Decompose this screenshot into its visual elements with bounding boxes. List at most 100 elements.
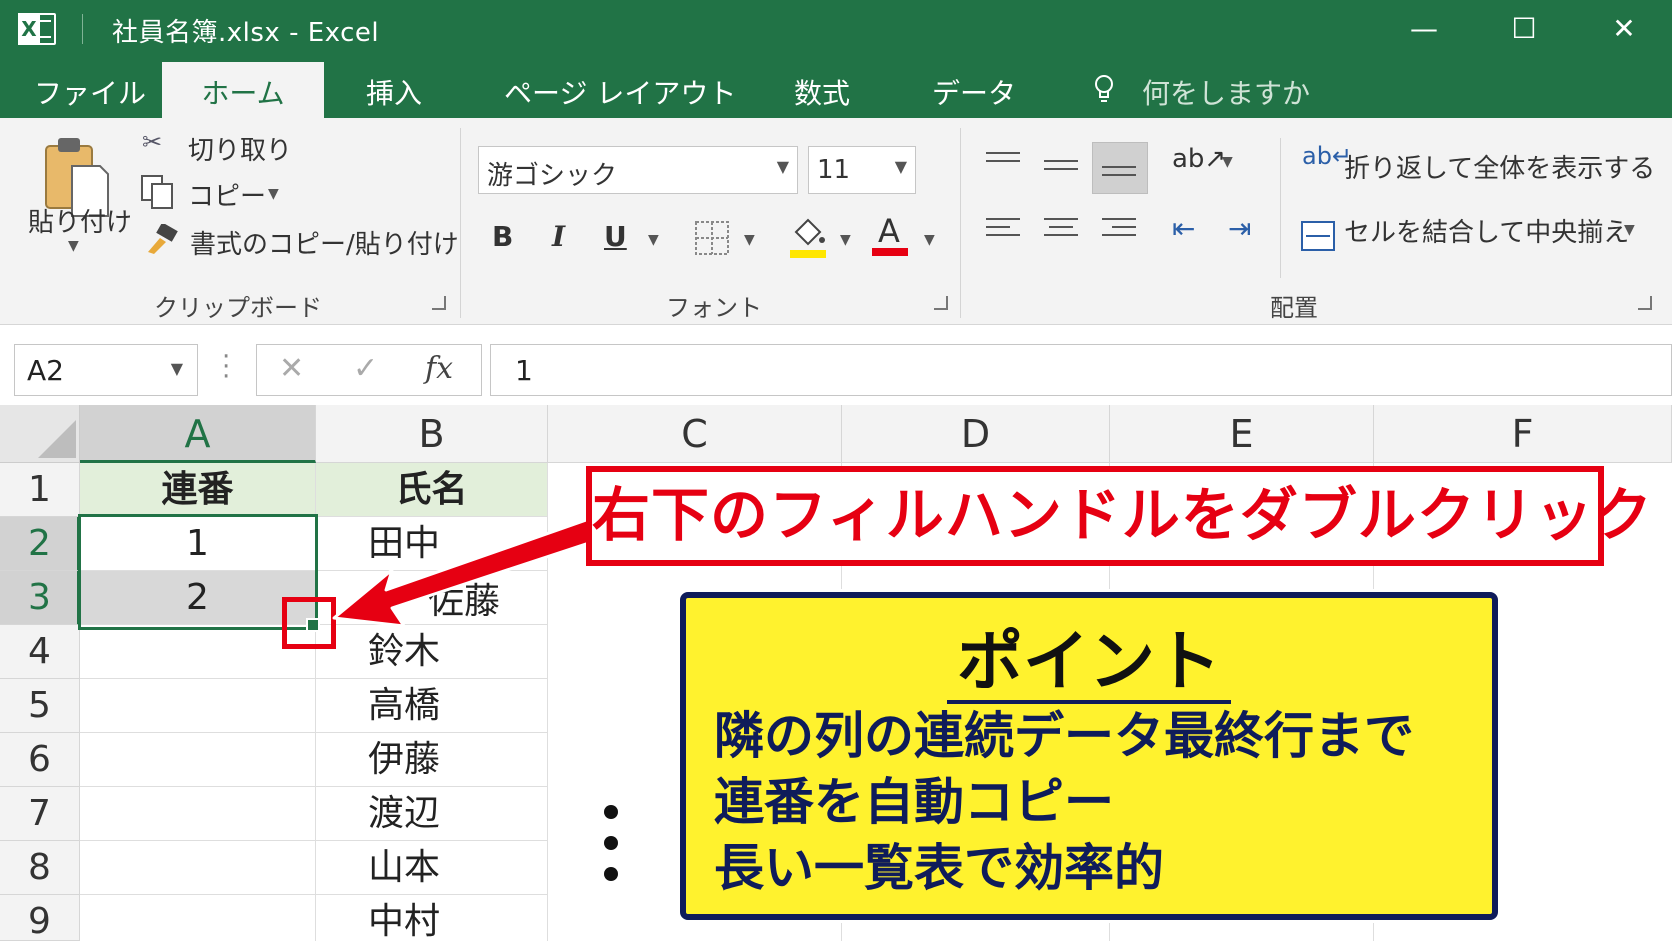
align-top-icon[interactable] [986,152,1020,178]
align-right-icon[interactable] [1102,218,1136,244]
merge-center-icon [1301,221,1335,251]
format-painter-icon [148,224,178,254]
instruction-callout: 右下のフィルハンドルをダブルクリック [586,466,1652,566]
point-title-text: ポイント [947,623,1231,704]
cell-a5[interactable] [80,679,316,733]
enter-icon[interactable]: ✓ [353,351,378,386]
maximize-button[interactable]: ☐ [1502,8,1546,50]
font-color-glyph[interactable]: A [878,212,900,250]
font-launcher[interactable] [934,296,948,310]
format-painter-button[interactable]: 書式のコピー/貼り付け [190,224,459,261]
cell-b7[interactable]: 渡辺 [316,787,548,841]
cell-a8[interactable] [80,841,316,895]
row-header-7[interactable]: 7 [0,787,80,841]
cell-a7[interactable] [80,787,316,841]
cell-a4[interactable] [80,625,316,679]
font-name-value: 游ゴシック [487,161,618,191]
column-header-d[interactable]: D [842,405,1110,463]
align-left-icon[interactable] [986,218,1020,244]
chevron-down-icon: ▼ [170,359,183,378]
underline-dropdown[interactable]: ▼ [648,232,659,248]
lightbulb-icon [1095,75,1113,102]
orientation-icon[interactable]: ab↗ [1172,144,1226,174]
name-box-value: A2 [27,354,64,387]
cell-b6[interactable]: 伊藤 [316,733,548,787]
row-header-4[interactable]: 4 [0,625,80,679]
name-box[interactable]: A2 ▼ [14,344,198,396]
wrap-text-button[interactable]: 折り返して全体を表示する [1344,148,1655,185]
merge-center-dropdown[interactable]: ▼ [1624,222,1635,238]
tab-insert[interactable]: 挿入 [366,72,422,112]
cell-b8[interactable]: 山本 [316,841,548,895]
bold-button[interactable]: B [492,220,513,253]
copy-dropdown[interactable]: ▼ [268,186,279,202]
row-header-9[interactable]: 9 [0,895,80,941]
merge-center-button[interactable]: セルを結合して中央揃え [1344,212,1629,249]
column-header-b[interactable]: B [316,405,548,463]
minimize-button[interactable]: — [1402,8,1446,50]
group-separator [960,128,961,318]
formula-input[interactable]: 1 [490,344,1672,396]
borders-dropdown[interactable]: ▼ [744,232,755,248]
point-title: ポイント [686,608,1492,704]
decrease-indent-icon[interactable]: ⇤ [1172,212,1195,245]
borders-icon[interactable] [694,220,730,256]
cell-b9[interactable]: 中村 [316,895,548,941]
column-header-a[interactable]: A [80,405,316,463]
chevron-down-icon: ▼ [894,157,907,176]
cell-a1[interactable]: 連番 [80,463,316,517]
paste-button[interactable]: 貼り付け [28,202,132,239]
column-header-e[interactable]: E [1110,405,1374,463]
font-size-combo[interactable]: 11 ▼ [808,146,916,194]
column-header-c[interactable]: C [548,405,842,463]
alignment-launcher[interactable] [1638,296,1652,310]
row-header-1[interactable]: 1 [0,463,80,517]
cell-b5[interactable]: 高橋 [316,679,548,733]
cell-a9[interactable] [80,895,316,941]
tab-formulas[interactable]: 数式 [794,72,850,112]
cell-a6[interactable] [80,733,316,787]
alignment-group-label: 配置 [1270,294,1318,322]
copy-button[interactable]: コピー [188,176,266,213]
tab-home[interactable]: ホーム [162,62,324,118]
increase-indent-icon[interactable]: ⇥ [1228,212,1251,245]
insert-function-icon[interactable]: fx [425,351,453,386]
title-bar: X 社員名簿.xlsx - Excel — ☐ ✕ [0,0,1672,58]
font-name-combo[interactable]: 游ゴシック ▼ [478,146,798,194]
more-icon[interactable]: · · · [222,344,230,390]
scissors-icon: ✂ [142,128,163,156]
continuation-dots-icon [604,805,618,898]
point-callout: ポイント 隣の列の連続データ最終行まで 連番を自動コピー 長い一覧表で効率的 [680,592,1498,920]
tab-file[interactable]: ファイル [34,72,146,112]
copy-icon [141,175,173,209]
font-group-label: フォント [666,294,762,322]
italic-button[interactable]: I [552,220,565,253]
tab-page-layout[interactable]: ページ レイアウト [504,72,736,112]
paste-dropdown[interactable]: ▼ [68,238,79,254]
pointer-arrow [332,516,600,628]
row-header-6[interactable]: 6 [0,733,80,787]
cancel-icon[interactable]: ✕ [279,351,304,386]
row-header-2[interactable]: 2 [0,517,80,571]
point-line-1: 隣の列の連続データ最終行まで [714,707,1414,765]
row-header-8[interactable]: 8 [0,841,80,895]
underline-button[interactable]: U [604,220,627,253]
cut-button[interactable]: 切り取り [188,130,292,167]
group-separator [1280,138,1281,278]
font-color-dropdown[interactable]: ▼ [924,232,935,248]
row-header-5[interactable]: 5 [0,679,80,733]
excel-icon[interactable]: X [18,13,56,45]
ribbon: 貼り付け ▼ ✂ 切り取り コピー ▼ 書式のコピー/貼り付け クリップボード … [0,118,1672,325]
close-button[interactable]: ✕ [1602,8,1646,50]
column-header-f[interactable]: F [1374,405,1672,463]
fill-color-icon[interactable] [788,214,828,260]
align-center-icon[interactable] [1044,218,1078,244]
tab-data[interactable]: データ [932,72,1016,112]
tell-me-search[interactable]: 何をしますか [1142,72,1310,112]
fill-color-dropdown[interactable]: ▼ [840,232,851,248]
align-middle-icon[interactable] [1044,160,1078,186]
clipboard-launcher[interactable] [432,296,446,310]
orientation-dropdown[interactable]: ▼ [1222,154,1233,170]
select-all-triangle [38,420,76,458]
row-header-3[interactable]: 3 [0,571,80,625]
